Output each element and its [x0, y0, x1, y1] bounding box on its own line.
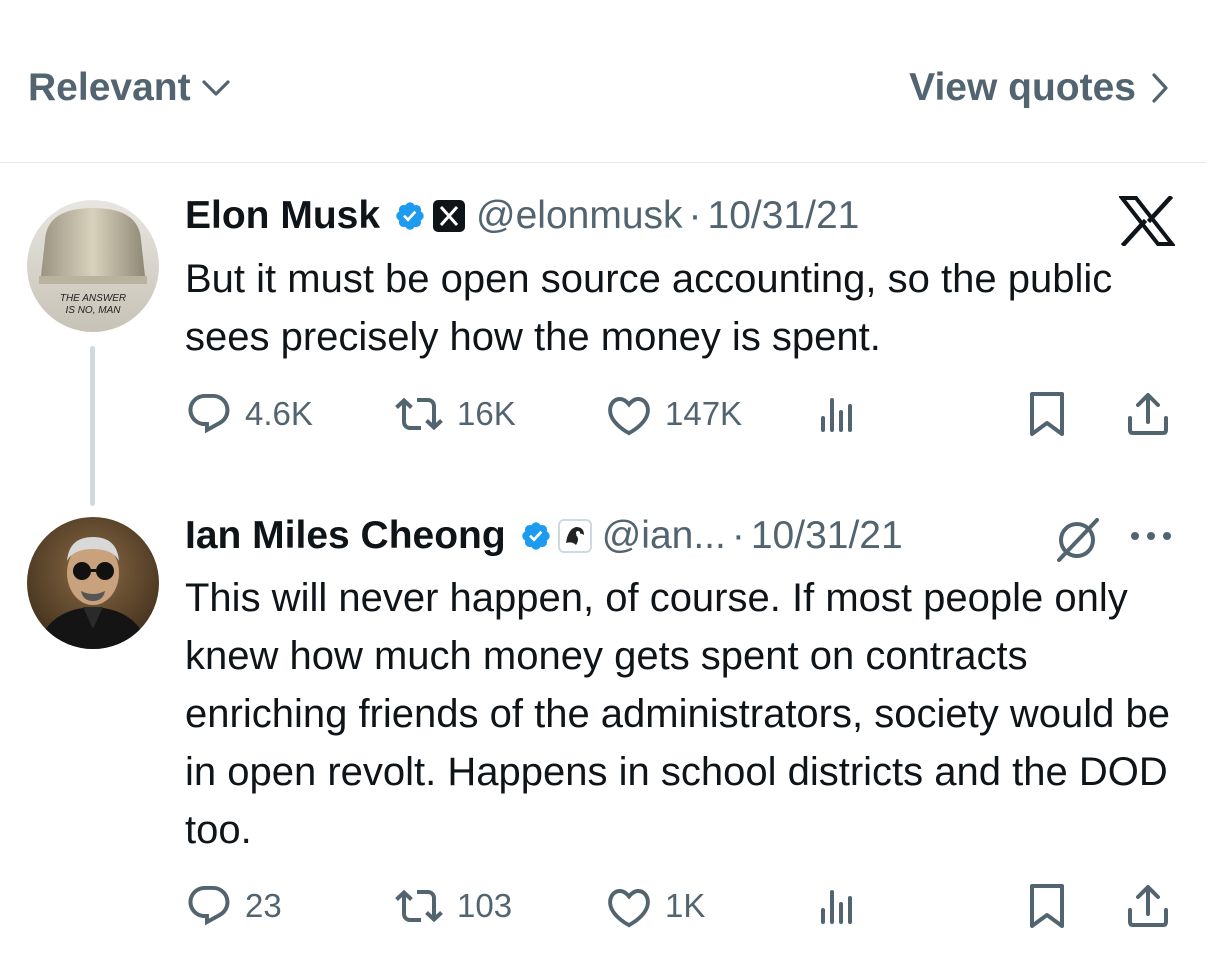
repost-icon: [395, 889, 443, 923]
avatar-ian-miles-cheong[interactable]: [27, 517, 159, 649]
bookmark-button[interactable]: [1025, 882, 1069, 930]
conversation-header: Relevant View quotes: [0, 0, 1206, 163]
reply-count: 23: [245, 887, 282, 924]
author-name[interactable]: Elon Musk: [185, 194, 380, 238]
reply-icon: [188, 394, 230, 434]
reply-icon: [188, 886, 230, 926]
tweet-text: But it must be open source accounting, s…: [185, 257, 1113, 359]
chevron-down-icon: [201, 80, 230, 96]
chevron-right-icon: [1152, 73, 1168, 103]
repost-button[interactable]: 103: [393, 882, 512, 930]
svg-text:IS NO, MAN: IS NO, MAN: [65, 305, 121, 316]
author-handle[interactable]: @ian...: [602, 514, 726, 558]
avatar-image: [27, 517, 159, 649]
reply-count: 4.6K: [245, 395, 313, 432]
verified-badge-icon: [520, 520, 552, 552]
tweet-actions: 23 103 1K: [185, 882, 1175, 932]
affiliate-badge-icon[interactable]: [557, 519, 592, 553]
repost-count: 103: [457, 887, 513, 924]
views-icon: [821, 398, 852, 432]
author-handle[interactable]: @elonmusk: [476, 194, 683, 238]
like-icon: [608, 888, 650, 928]
x-logo-icon[interactable]: [1117, 194, 1177, 251]
like-icon: [608, 396, 650, 436]
view-quotes-label: View quotes: [909, 66, 1136, 109]
views-icon: [821, 890, 852, 924]
share-button[interactable]: [1125, 882, 1171, 930]
bookmark-icon: [1030, 884, 1064, 928]
avatar-elon-musk[interactable]: THE ANSWER IS NO, MAN: [27, 200, 159, 332]
more-icon[interactable]: [1128, 529, 1174, 548]
repost-button[interactable]: 16K: [393, 390, 516, 438]
like-button[interactable]: 1K: [605, 882, 705, 930]
tweet-text: This will never happen, of course. If mo…: [185, 576, 1170, 852]
tweet-header: Elon Musk @elonmusk · 10/31/21: [185, 194, 859, 238]
views-button[interactable]: [813, 882, 861, 930]
view-quotes-link[interactable]: View quotes: [909, 66, 1170, 110]
views-button[interactable]: [813, 390, 861, 438]
x-affiliate-badge-icon[interactable]: [432, 199, 466, 233]
tweet-date[interactable]: 10/31/21: [708, 194, 860, 238]
tweet-date[interactable]: 10/31/21: [751, 514, 903, 558]
author-name[interactable]: Ian Miles Cheong: [185, 514, 506, 558]
repost-count: 16K: [457, 395, 516, 432]
sort-dropdown[interactable]: Relevant: [28, 66, 231, 110]
separator-dot: ·: [688, 194, 702, 237]
svg-text:THE ANSWER: THE ANSWER: [60, 293, 126, 304]
avatar-image: THE ANSWER IS NO, MAN: [27, 200, 159, 332]
reply-button[interactable]: 4.6K: [185, 390, 313, 438]
separator-dot: ·: [731, 514, 745, 557]
bookmark-button[interactable]: [1025, 390, 1069, 438]
tweet-actions: 4.6K 16K 147K: [185, 390, 1175, 440]
tweet-header: Ian Miles Cheong @ian... · 10/31/21: [185, 514, 903, 558]
like-button[interactable]: 147K: [605, 390, 742, 438]
thread-connector-line: [90, 346, 95, 506]
verified-badge-icon: [394, 200, 426, 232]
like-count: 1K: [665, 887, 706, 924]
reply-button[interactable]: 23: [185, 882, 282, 930]
grok-icon[interactable]: [1053, 514, 1103, 569]
sort-label: Relevant: [28, 66, 191, 109]
repost-icon: [395, 397, 443, 431]
share-icon: [1128, 393, 1168, 435]
share-icon: [1128, 885, 1168, 927]
like-count: 147K: [665, 395, 743, 432]
share-button[interactable]: [1125, 390, 1171, 438]
bookmark-icon: [1030, 392, 1064, 436]
